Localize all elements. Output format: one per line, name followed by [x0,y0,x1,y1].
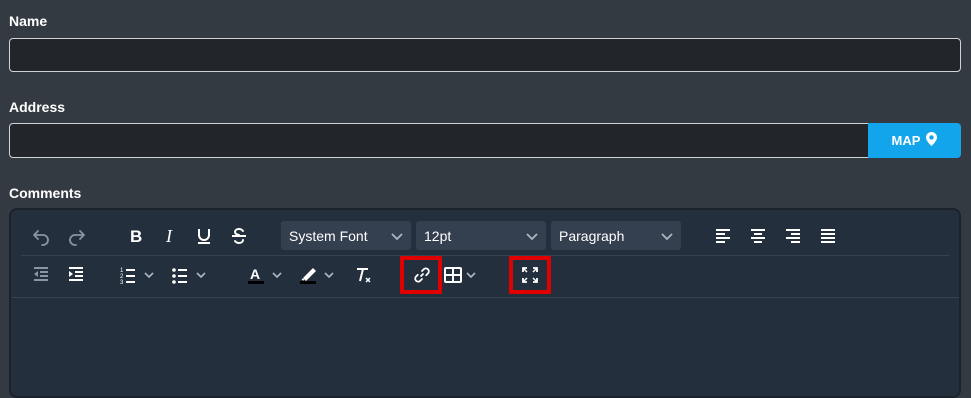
bold-icon[interactable]: B [120,221,150,251]
indent-icon[interactable] [61,260,91,290]
strikethrough-icon[interactable] [224,221,254,251]
outdent-icon[interactable] [26,260,56,290]
text-color-icon[interactable]: A [247,260,295,290]
numbered-list-icon[interactable]: 123 [119,260,167,290]
undo-icon[interactable] [26,221,56,251]
chevron-down-icon [391,228,403,244]
svg-text:3: 3 [120,280,124,285]
comments-label: Comments [9,185,82,201]
italic-icon[interactable]: I [155,221,185,251]
map-button-label: MAP [891,133,921,148]
address-label: Address [9,99,66,115]
svg-text:B: B [130,227,142,246]
font-size-value: 12pt [424,227,452,244]
svg-text:I: I [165,226,173,246]
align-left-icon[interactable] [708,221,738,251]
chevron-down-icon [526,228,538,244]
align-right-icon[interactable] [778,221,808,251]
svg-text:A: A [250,266,260,282]
editor-content-area[interactable] [11,298,959,396]
font-size-select[interactable]: 12pt [416,221,546,250]
address-input[interactable] [9,123,869,158]
map-button[interactable]: MAP [868,123,961,158]
align-justify-icon[interactable] [813,221,843,251]
font-family-value: System Font [289,227,368,244]
name-input[interactable] [9,38,961,72]
align-center-icon[interactable] [743,221,773,251]
clear-formatting-icon[interactable] [348,260,378,290]
toolbar-divider [21,255,949,256]
block-format-value: Paragraph [559,227,625,244]
name-label: Name [9,13,48,29]
font-family-select[interactable]: System Font [281,221,411,250]
block-format-select[interactable]: Paragraph [551,221,681,250]
redo-icon[interactable] [62,221,92,251]
rich-text-editor: B I System Font 12pt Paragraph 123 A [9,208,961,398]
underline-icon[interactable] [189,221,219,251]
link-highlight-box [400,256,442,294]
bullet-list-icon[interactable] [171,260,219,290]
fullscreen-highlight-box [509,256,551,294]
table-icon[interactable] [443,260,487,290]
highlight-color-icon[interactable] [299,260,347,290]
chevron-down-icon [661,228,673,244]
map-pin-icon [926,132,938,149]
